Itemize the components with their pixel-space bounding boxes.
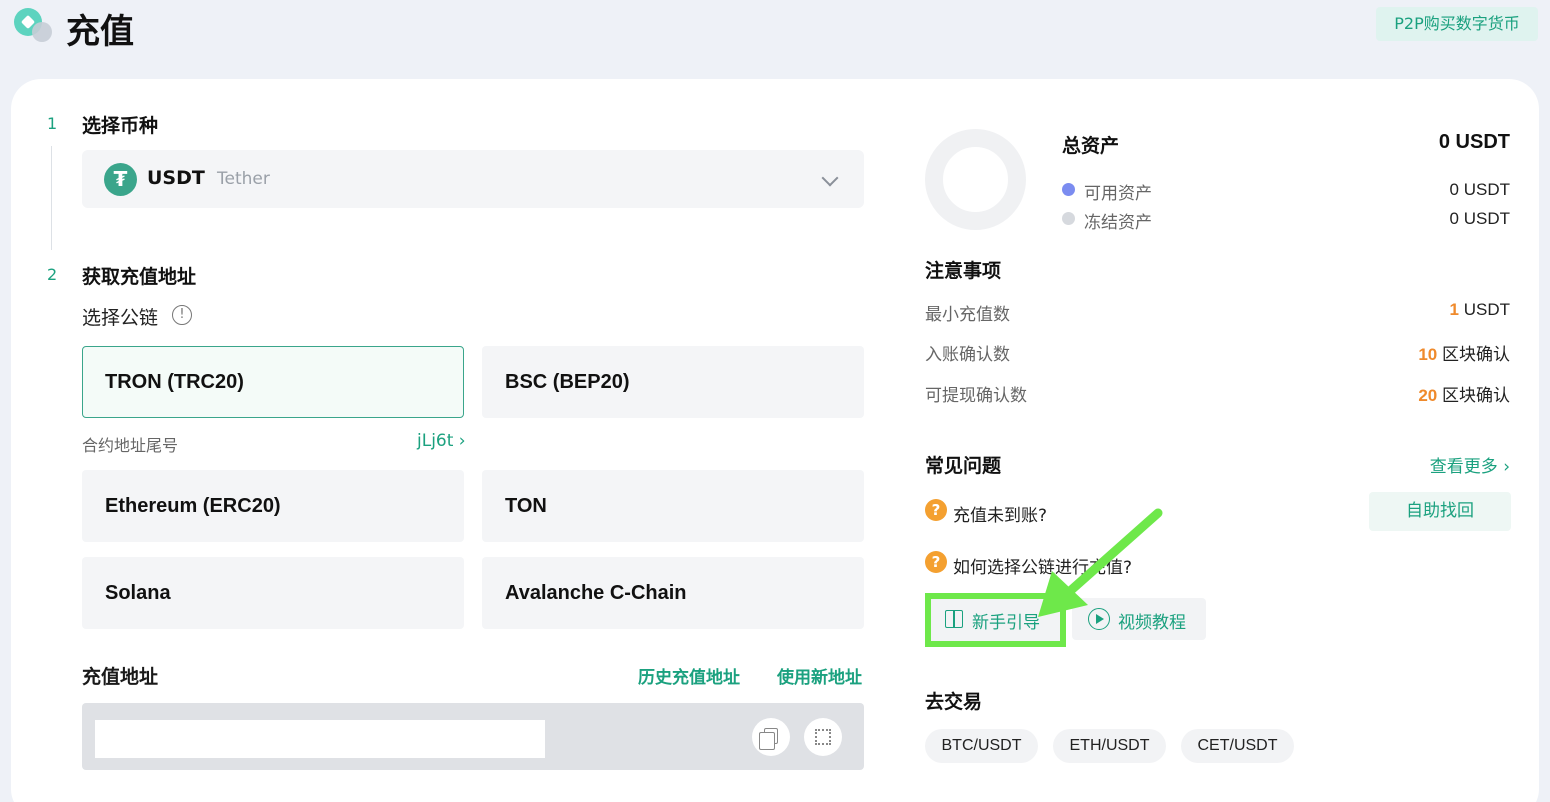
faq-more-label: 查看更多 — [1429, 457, 1498, 477]
coinex-logo — [14, 8, 54, 44]
chevron-right-icon: › — [453, 431, 466, 451]
network-option-avalanche[interactable]: Avalanche C-Chain — [482, 557, 864, 629]
chevron-down-icon — [821, 169, 839, 187]
info-icon[interactable]: ! — [172, 305, 192, 325]
p2p-buy-button[interactable]: P2P购买数字货币 — [1376, 7, 1538, 41]
copy-button[interactable] — [752, 718, 790, 756]
notice-title: 注意事项 — [925, 260, 1002, 282]
frozen-value: 0 USDT — [1449, 209, 1510, 228]
qr-code-icon — [815, 729, 831, 745]
notice-confirm-num: 10 — [1418, 345, 1438, 364]
guide-label: 新手引导 — [972, 613, 1040, 633]
total-assets-value: 0 USDT — [1438, 131, 1510, 153]
step-2-title: 获取充值地址 — [82, 266, 197, 288]
beginner-guide-button[interactable]: 新手引导 — [925, 593, 1066, 647]
faq-more-link[interactable]: 查看更多 › — [1400, 452, 1510, 477]
notice-withdraw-unit: 区块确认 — [1442, 386, 1510, 405]
frozen-dot — [1062, 212, 1075, 225]
available-value: 0 USDT — [1449, 180, 1510, 199]
chevron-right-icon: › — [1497, 457, 1510, 477]
question-icon: ? — [925, 499, 947, 521]
question-icon: ? — [925, 551, 947, 573]
trade-pair-btc[interactable]: BTC/USDT — [925, 729, 1038, 763]
trade-title: 去交易 — [925, 691, 983, 713]
network-option-solana[interactable]: Solana — [82, 557, 464, 629]
step-connector — [51, 146, 52, 250]
network-option-ethereum[interactable]: Ethereum (ERC20) — [82, 470, 464, 542]
coin-name: Tether — [217, 169, 270, 189]
step-1-title: 选择币种 — [82, 115, 159, 137]
video-label: 视频教程 — [1118, 613, 1186, 633]
asset-donut-chart — [925, 129, 1026, 230]
faq-q1[interactable]: 充值未到账? — [953, 501, 1047, 526]
notice-withdraw-value: 20 区块确认 — [1260, 381, 1510, 406]
network-option-tron[interactable]: TRON (TRC20) — [82, 346, 464, 418]
coin-symbol: USDT — [147, 167, 205, 189]
contract-value: jLj6t — [417, 431, 454, 451]
notice-confirm-unit: 区块确认 — [1442, 345, 1510, 364]
contract-label: 合约地址尾号 — [82, 436, 179, 455]
notice-min-value: 1 USDT — [1260, 300, 1510, 320]
notice-withdraw-label: 可提现确认数 — [925, 386, 1027, 406]
new-address-link[interactable]: 使用新地址 — [777, 663, 862, 688]
trade-pair-eth[interactable]: ETH/USDT — [1053, 729, 1166, 763]
book-icon — [945, 610, 963, 628]
notice-confirm-value: 10 区块确认 — [1260, 340, 1510, 365]
frozen-label: 冻结资产 — [1084, 213, 1152, 233]
page-title: 充值 — [66, 12, 134, 52]
address-field[interactable] — [95, 720, 545, 758]
step-2-number: 2 — [47, 265, 58, 284]
notice-min-num: 1 — [1449, 300, 1459, 319]
contract-value-link[interactable]: jLj6t › — [417, 431, 466, 451]
total-assets-label: 总资产 — [1062, 135, 1120, 157]
notice-confirm-label: 入账确认数 — [925, 345, 1010, 365]
tether-icon: ₮ — [104, 163, 137, 196]
chain-label: 选择公链 — [82, 307, 159, 329]
video-tutorial-button[interactable]: 视频教程 — [1072, 598, 1206, 640]
faq-q2[interactable]: 如何选择公链进行充值? — [953, 553, 1132, 578]
coin-select[interactable]: ₮ USDT Tether — [82, 150, 864, 208]
available-label: 可用资产 — [1084, 184, 1152, 204]
copy-icon — [759, 728, 778, 750]
trade-pair-cet[interactable]: CET/USDT — [1181, 729, 1294, 763]
qr-code-button[interactable] — [804, 718, 842, 756]
network-option-bsc[interactable]: BSC (BEP20) — [482, 346, 864, 418]
address-title: 充值地址 — [82, 666, 159, 688]
self-recover-button[interactable]: 自助找回 — [1369, 492, 1511, 531]
history-address-link[interactable]: 历史充值地址 — [638, 663, 740, 688]
address-box — [82, 703, 864, 770]
faq-title: 常见问题 — [925, 455, 1002, 477]
network-option-ton[interactable]: TON — [482, 470, 864, 542]
notice-min-unit: USDT — [1463, 300, 1510, 319]
available-dot — [1062, 183, 1075, 196]
play-icon — [1088, 608, 1110, 630]
step-1-number: 1 — [47, 114, 58, 133]
notice-withdraw-num: 20 — [1418, 386, 1438, 405]
notice-min-label: 最小充值数 — [925, 305, 1010, 325]
